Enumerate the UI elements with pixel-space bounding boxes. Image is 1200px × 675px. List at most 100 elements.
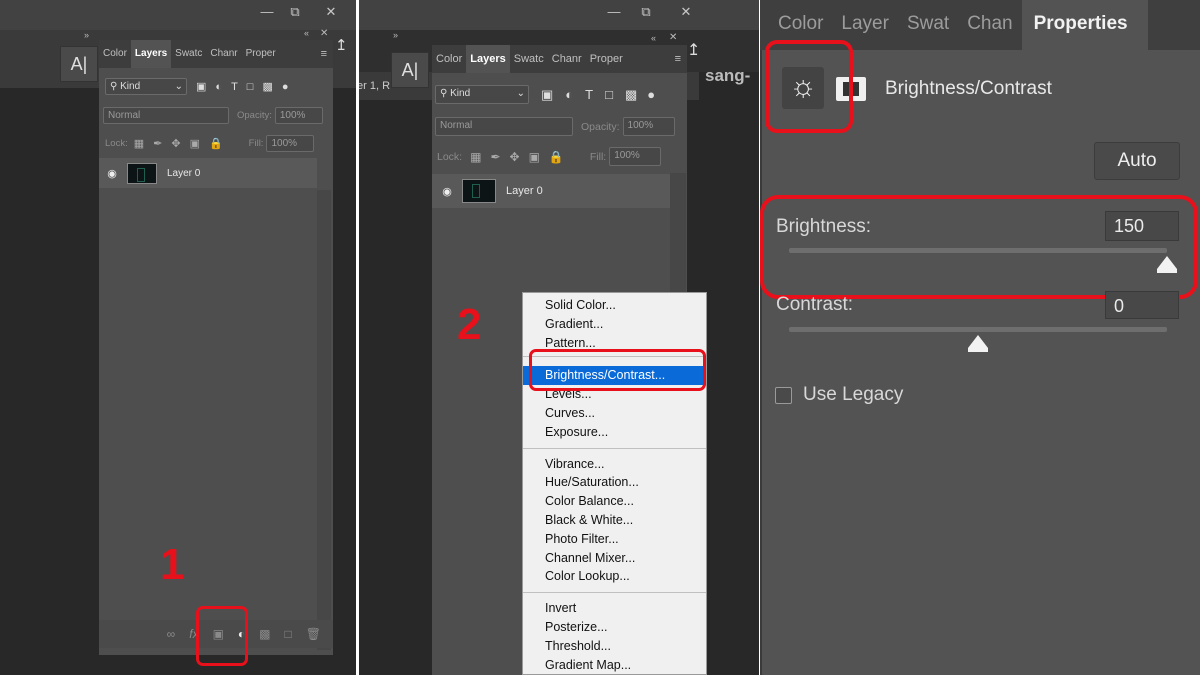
filter-kind-select[interactable]: ⚲ Kind ⌄ [435, 85, 529, 104]
blend-mode-select[interactable]: Normal [435, 117, 573, 136]
filter-toggle-icon[interactable]: ● [282, 81, 289, 93]
type-tool-icon[interactable]: A| [391, 52, 429, 88]
menu-item-photo-filter[interactable]: Photo Filter... [523, 530, 706, 549]
panel-menu-icon[interactable]: ≡ [321, 40, 333, 68]
menu-item-posterize[interactable]: Posterize... [523, 618, 706, 637]
document-tab-label[interactable]: er 1, R [359, 80, 390, 92]
contrast-slider-thumb[interactable] [968, 335, 988, 352]
step1-screenshot: — ⧉ ✕ A| » « ✕ ↥ Color Layers Swatc Chan… [0, 0, 356, 675]
lock-all-icon[interactable]: 🔒 [209, 137, 223, 150]
contrast-slider-track[interactable] [789, 327, 1167, 332]
filter-toggle-icon[interactable]: ● [647, 87, 655, 102]
tab-properties[interactable]: Properties [1021, 0, 1148, 50]
minimize-icon[interactable]: — [599, 2, 629, 22]
menu-item-channel-mixer[interactable]: Channel Mixer... [523, 549, 706, 568]
collapse-panels-icon[interactable]: « [304, 28, 309, 38]
panel-close-icon[interactable]: ✕ [669, 32, 677, 43]
type-filter-icon[interactable]: T [585, 87, 593, 102]
close-icon[interactable]: ✕ [316, 2, 346, 22]
adjustment-filter-icon[interactable]: ◐ [215, 81, 222, 93]
image-filter-icon[interactable]: ▣ [541, 87, 553, 103]
expand-panels-icon[interactable]: » [84, 30, 89, 40]
new-group-icon[interactable]: ▩ [259, 627, 270, 641]
lock-move-icon[interactable]: ✥ [171, 137, 180, 150]
shape-filter-icon[interactable]: □ [605, 87, 613, 102]
layers-scrollbar[interactable] [317, 190, 331, 650]
panel-menu-icon[interactable]: ≡ [675, 45, 687, 73]
opacity-value: 100% [627, 120, 654, 131]
tab-swatches[interactable]: Swat [898, 0, 958, 50]
collapse-panels-icon[interactable]: « [651, 33, 656, 43]
lock-artboard-icon[interactable]: ▣ [190, 137, 200, 150]
highlight-adjustment-icon [765, 40, 853, 133]
adjustment-filter-icon[interactable]: ◐ [565, 87, 573, 102]
visibility-eye-icon[interactable]: ◉ [105, 167, 119, 180]
restore-icon[interactable]: ⧉ [631, 2, 661, 22]
contrast-label: Contrast: [776, 294, 854, 315]
tab-properties[interactable]: Proper [242, 40, 280, 68]
filter-kind-select[interactable]: ⚲ Kind ⌄ [105, 78, 187, 95]
tab-channels[interactable]: Chanr [206, 40, 241, 68]
menu-item-hue-saturation[interactable]: Hue/Saturation... [523, 473, 706, 492]
visibility-eye-icon[interactable]: ◉ [440, 185, 454, 198]
share-icon[interactable]: ↥ [687, 40, 700, 60]
blend-mode-select[interactable]: Normal [103, 107, 229, 124]
share-icon[interactable]: ↥ [335, 36, 348, 54]
lock-transparent-icon[interactable]: ▦ [470, 150, 481, 164]
menu-item-gradient-map[interactable]: Gradient Map... [523, 656, 706, 675]
menu-item-curves[interactable]: Curves... [523, 404, 706, 423]
use-legacy-checkbox[interactable] [775, 387, 792, 404]
panel-close-icon[interactable]: ✕ [320, 28, 328, 39]
delete-layer-icon[interactable]: 🗑 [306, 627, 321, 641]
opacity-value: 100% [279, 110, 306, 121]
document-tab-label-2[interactable]: sang- [705, 66, 750, 86]
opacity-field[interactable]: 100% [274, 107, 323, 124]
lock-move-icon[interactable]: ✥ [510, 150, 520, 164]
restore-icon[interactable]: ⧉ [280, 2, 310, 22]
layer-thumbnail [462, 179, 496, 203]
lock-transparent-icon[interactable]: ▦ [134, 137, 144, 150]
image-filter-icon[interactable]: ▣ [196, 80, 206, 93]
smart-object-filter-icon[interactable]: ▩ [262, 80, 272, 93]
tab-properties[interactable]: Proper [586, 45, 627, 73]
menu-item-gradient[interactable]: Gradient... [523, 315, 706, 334]
menu-item-black-white[interactable]: Black & White... [523, 511, 706, 530]
type-filter-icon[interactable]: T [231, 81, 238, 93]
menu-item-solid-color[interactable]: Solid Color... [523, 296, 706, 315]
tab-swatches[interactable]: Swatc [510, 45, 548, 73]
menu-item-vibrance[interactable]: Vibrance... [523, 455, 706, 474]
lock-artboard-icon[interactable]: ▣ [529, 150, 540, 164]
step-number-1: 1 [160, 540, 185, 589]
contrast-value-field[interactable]: 0 [1105, 291, 1179, 319]
type-tool-icon[interactable]: A| [60, 46, 98, 82]
menu-item-invert[interactable]: Invert [523, 599, 706, 618]
expand-panels-icon[interactable]: » [393, 30, 398, 40]
layer-row[interactable]: ◉ Layer 0 [99, 158, 317, 188]
layers-panel: Color Layers Swatc Chanr Proper ≡ ⚲ Kind… [99, 40, 333, 655]
lock-all-icon[interactable]: 🔒 [549, 150, 564, 164]
close-icon[interactable]: ✕ [671, 2, 701, 22]
auto-button[interactable]: Auto [1094, 142, 1180, 180]
tab-channels[interactable]: Chan [958, 0, 1021, 50]
smart-object-filter-icon[interactable]: ▩ [625, 87, 637, 103]
menu-item-exposure[interactable]: Exposure... [523, 423, 706, 442]
menu-item-color-balance[interactable]: Color Balance... [523, 492, 706, 511]
menu-item-color-lookup[interactable]: Color Lookup... [523, 567, 706, 586]
lock-paint-icon[interactable]: ✒ [153, 137, 162, 150]
tab-color[interactable]: Color [432, 45, 466, 73]
minimize-icon[interactable]: — [252, 2, 282, 22]
layer-row[interactable]: ◉ Layer 0 [432, 174, 670, 208]
lock-paint-icon[interactable]: ✒ [490, 150, 500, 164]
tab-layers[interactable]: Layers [466, 45, 510, 73]
tab-swatches[interactable]: Swatc [171, 40, 206, 68]
link-layers-icon[interactable]: ∞ [167, 627, 176, 641]
shape-filter-icon[interactable]: □ [247, 81, 254, 93]
fill-field[interactable]: 100% [266, 135, 315, 152]
tab-color[interactable]: Color [99, 40, 131, 68]
menu-item-threshold[interactable]: Threshold... [523, 637, 706, 656]
tab-layers[interactable]: Layers [130, 40, 172, 68]
new-layer-icon[interactable]: □ [285, 627, 292, 641]
opacity-field[interactable]: 100% [622, 117, 675, 136]
fill-field[interactable]: 100% [609, 147, 662, 166]
tab-channels[interactable]: Chanr [548, 45, 586, 73]
